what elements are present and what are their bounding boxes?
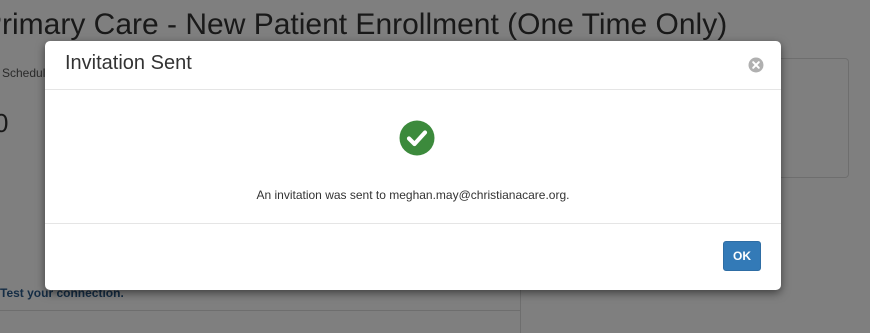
- modal-header: Invitation Sent: [45, 41, 781, 90]
- modal-title: Invitation Sent: [65, 52, 192, 74]
- invitation-message: An invitation was sent to meghan.may@chr…: [256, 188, 570, 202]
- close-icon[interactable]: [748, 57, 764, 73]
- ok-button[interactable]: OK: [723, 241, 761, 271]
- modal-footer: OK: [45, 224, 781, 290]
- modal-body: An invitation was sent to meghan.may@chr…: [45, 90, 781, 224]
- invitation-sent-dialog: Invitation Sent An invitation was sent t…: [45, 41, 781, 290]
- check-circle-icon: [399, 120, 435, 156]
